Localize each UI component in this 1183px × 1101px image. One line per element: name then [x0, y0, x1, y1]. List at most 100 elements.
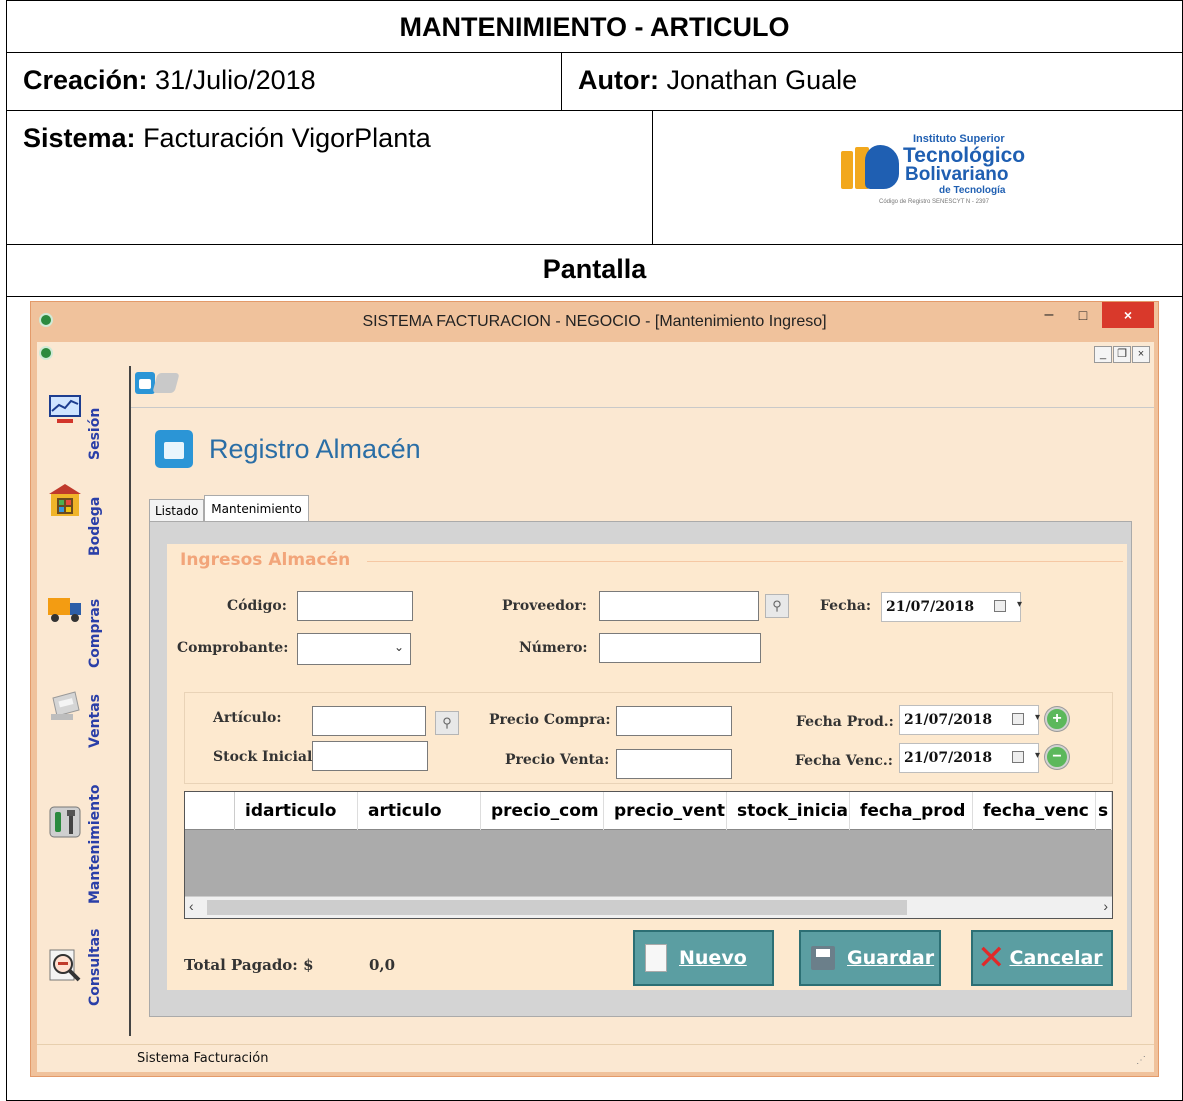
doc-title-row: MANTENIMIENTO - ARTICULO — [7, 1, 1182, 53]
codigo-input[interactable] — [297, 591, 413, 621]
numero-label: Número: — [519, 640, 588, 656]
resize-grip-icon[interactable]: ⋰ — [1136, 1055, 1146, 1066]
nuevo-button[interactable]: Nuevo — [633, 930, 774, 986]
mdi-child-icon — [39, 346, 53, 360]
tools-icon — [49, 806, 81, 838]
cancel-x-icon: ✕ — [977, 938, 1006, 978]
precio-compra-input[interactable] — [616, 706, 732, 736]
app-window: SISTEMA FACTURACION - NEGOCIO - [Manteni… — [30, 301, 1159, 1077]
grid-row-header — [185, 792, 235, 830]
sidebar-label-ventas: Ventas — [87, 693, 103, 748]
mdi-close-button[interactable]: × — [1132, 346, 1150, 363]
logo-line4: de Tecnología — [939, 185, 1006, 196]
fecha-datepicker[interactable]: 21/07/2018 ▾ — [881, 592, 1022, 622]
article-subgroup: Artículo: ⚲ Stock Inicial: Precio Compra… — [184, 692, 1113, 784]
sidebar-item-mantenimiento[interactable]: Mantenimiento — [37, 750, 123, 908]
tab-listado[interactable]: Listado — [149, 499, 205, 522]
precio-venta-input[interactable] — [616, 749, 732, 779]
grid-col-fecha-prod[interactable]: fecha_prod — [850, 792, 973, 830]
grid-col-fecha-venc[interactable]: fecha_venc — [973, 792, 1096, 830]
proveedor-label: Proveedor: — [502, 598, 587, 614]
mdi-client: _ ❐ × Sesión Bodega Compras Ventas Mante… — [37, 342, 1154, 1072]
cancelar-button[interactable]: ✕ Cancelar — [971, 930, 1113, 986]
close-button[interactable]: × — [1102, 302, 1154, 328]
proveedor-search-button[interactable]: ⚲ — [765, 594, 789, 618]
group-border — [367, 561, 1123, 562]
sistema-label: Sistema: — [23, 123, 136, 153]
pantalla-heading: Pantalla — [542, 254, 647, 284]
mdi-minimize-button[interactable]: _ — [1094, 346, 1112, 363]
fecha-value: 21/07/2018 — [886, 599, 975, 615]
comprobante-select[interactable]: ⌄ — [297, 633, 411, 665]
new-document-icon — [645, 944, 667, 972]
creacion-label: Creación: — [23, 65, 148, 95]
logo-line5: Código de Registro SENESCYT N - 2397 — [879, 199, 989, 205]
autor-value: Jonathan Guale — [658, 65, 858, 95]
articulo-search-button[interactable]: ⚲ — [435, 711, 459, 735]
stock-inicial-input[interactable] — [312, 741, 428, 771]
toolbar — [131, 366, 1154, 408]
proveedor-input[interactable] — [599, 591, 759, 621]
calendar-icon — [994, 600, 1006, 612]
pantalla-row: Pantalla — [7, 245, 1182, 297]
sidebar-item-consultas[interactable]: Consultas — [37, 908, 123, 1008]
window-titlebar[interactable]: SISTEMA FACTURACION - NEGOCIO - [Manteni… — [31, 302, 1158, 342]
tab-mantenimiento[interactable]: Mantenimiento — [204, 495, 309, 523]
cash-register-icon — [51, 691, 80, 720]
window-title: SISTEMA FACTURACION - NEGOCIO - [Manteni… — [362, 313, 827, 330]
grid-body — [185, 830, 1112, 896]
grid-col-precio-compra[interactable]: precio_com — [481, 792, 604, 830]
grid-col-stock-inicial[interactable]: stock_inicia — [727, 792, 850, 830]
autor-label: Autor: — [578, 65, 659, 95]
grid-horizontal-scrollbar[interactable]: ‹ › — [185, 896, 1112, 918]
sidebar-item-sesion[interactable]: Sesión — [37, 366, 123, 462]
sistema-cell: Sistema: Facturación VigorPlanta — [7, 111, 653, 244]
autor-cell: Autor: Jonathan Guale — [562, 53, 1182, 110]
sidebar-label-consultas: Consultas — [87, 928, 103, 1006]
numero-input[interactable] — [599, 633, 761, 663]
sidebar-item-ventas[interactable]: Ventas — [37, 670, 123, 750]
scroll-left-icon[interactable]: ‹ — [189, 898, 194, 914]
save-icon — [811, 946, 835, 970]
articulo-input[interactable] — [312, 706, 426, 736]
remove-article-button[interactable]: − — [1045, 745, 1069, 769]
maximize-button[interactable]: □ — [1070, 306, 1096, 328]
grid-col-articulo[interactable]: articulo — [358, 792, 481, 830]
mdi-restore-button[interactable]: ❐ — [1113, 346, 1131, 363]
sistema-value: Facturación VigorPlanta — [135, 123, 431, 153]
form-title: Registro Almacén — [155, 430, 421, 468]
articles-grid[interactable]: idarticulo articulo precio_com precio_ve… — [184, 791, 1113, 919]
guardar-label: Guardar — [847, 947, 935, 969]
fecha-venc-label: Fecha Venc.: — [795, 753, 893, 769]
mdi-controls: _ ❐ × — [1093, 346, 1150, 363]
stock-inicial-label: Stock Inicial: — [213, 749, 318, 765]
sidebar-item-compras[interactable]: Compras — [37, 558, 123, 670]
guardar-button[interactable]: Guardar — [799, 930, 941, 986]
home-icon[interactable] — [135, 372, 155, 394]
articulo-label: Artículo: — [213, 710, 282, 726]
form-title-text: Registro Almacén — [209, 433, 421, 464]
chart-monitor-icon — [49, 395, 81, 423]
total-pagado-value: 0,0 — [369, 956, 396, 974]
fecha-prod-value: 21/07/2018 — [904, 712, 993, 728]
grid-col-precio-venta[interactable]: precio_vent — [604, 792, 727, 830]
codigo-label: Código: — [227, 598, 287, 614]
grid-col-idarticulo[interactable]: idarticulo — [235, 792, 358, 830]
content-separator — [129, 366, 131, 1036]
scroll-thumb[interactable] — [207, 900, 907, 915]
grid-col-partial[interactable]: s — [1096, 792, 1112, 830]
itb-logo: Instituto Superior Tecnológico Bolivaria… — [841, 133, 1025, 223]
fecha-venc-datepicker[interactable]: 21/07/2018 ▾ — [899, 743, 1040, 773]
fecha-prod-label: Fecha Prod.: — [796, 714, 894, 730]
creacion-cell: Creación: 31/Julio/2018 — [7, 53, 562, 110]
add-article-button[interactable]: + — [1045, 707, 1069, 731]
sidebar-label-mantenimiento: Mantenimiento — [87, 784, 103, 904]
register-icon[interactable] — [152, 373, 180, 393]
fecha-prod-datepicker[interactable]: 21/07/2018 ▾ — [899, 705, 1040, 735]
chevron-down-icon: ▾ — [1016, 599, 1022, 610]
minimize-button[interactable]: – — [1036, 306, 1062, 328]
fecha-venc-value: 21/07/2018 — [904, 750, 993, 766]
scroll-right-icon[interactable]: › — [1103, 898, 1108, 914]
sidebar-item-bodega[interactable]: Bodega — [37, 462, 123, 558]
grid-header: idarticulo articulo precio_com precio_ve… — [185, 792, 1112, 830]
